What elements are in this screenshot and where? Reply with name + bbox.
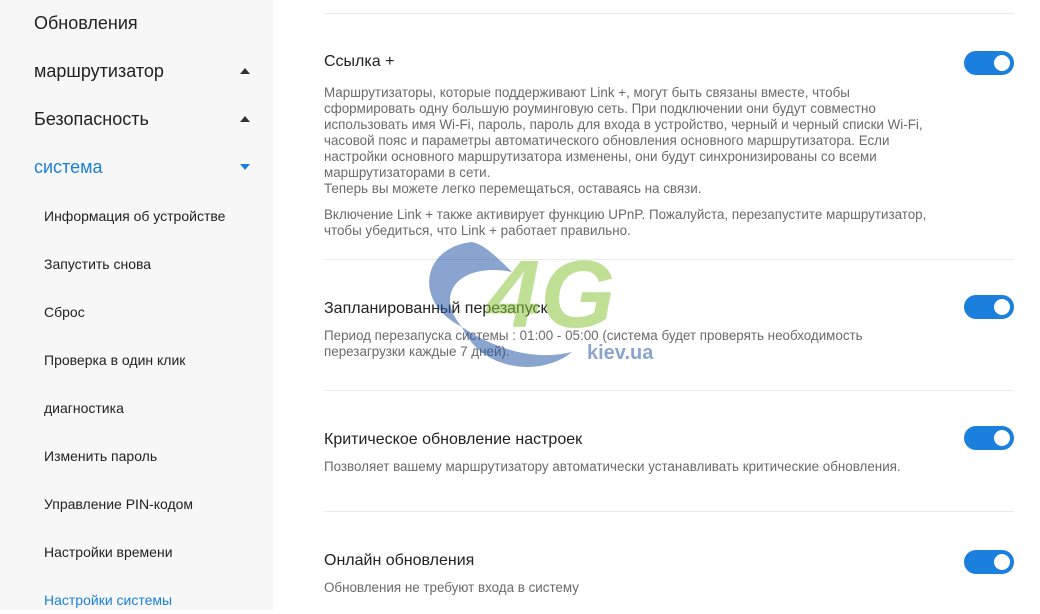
- toggle-knob: [994, 554, 1010, 570]
- toggle-knob: [994, 430, 1010, 446]
- sidebar-item-restart[interactable]: Запустить снова: [44, 250, 264, 278]
- section-title-critical-updates: Критическое обновление настроек: [324, 431, 583, 448]
- sidebar-item-diagnostics[interactable]: диагностика: [44, 394, 264, 422]
- sidebar-item-change-password[interactable]: Изменить пароль: [44, 442, 264, 470]
- sidebar-item-label: Проверка в один клик: [44, 352, 186, 368]
- toggle-knob: [994, 55, 1010, 71]
- chevron-down-icon: [240, 164, 250, 170]
- sidebar-item-label: Сброс: [44, 304, 85, 320]
- sidebar-item-reset[interactable]: Сброс: [44, 298, 264, 326]
- online-updates-toggle[interactable]: [964, 550, 1014, 574]
- sidebar-item-label: Настройки системы: [44, 592, 173, 608]
- critical-updates-toggle[interactable]: [964, 426, 1014, 450]
- section-description-critical-updates: Позволяет вашему маршрутизатору автомати…: [324, 459, 939, 475]
- sidebar: Обновления маршрутизатор Безопасность си…: [0, 0, 273, 610]
- sidebar-item-one-click-check[interactable]: Проверка в один клик: [44, 346, 264, 374]
- nav-system[interactable]: система: [34, 149, 264, 185]
- section-description-online-updates: Обновления не требуют входа в систему: [324, 580, 939, 596]
- sidebar-item-label: Запустить снова: [44, 256, 152, 272]
- sidebar-item-label: Настройки времени: [44, 544, 173, 560]
- sidebar-item-device-info[interactable]: Информация об устройстве: [44, 202, 264, 230]
- description-text: Маршрутизаторы, которые поддерживают Lin…: [324, 85, 923, 180]
- description-text: Теперь вы можете легко перемещаться, ост…: [324, 181, 702, 196]
- section-title-online-updates: Онлайн обновления: [324, 552, 475, 569]
- chevron-up-icon: [240, 116, 250, 122]
- link-plus-toggle[interactable]: [964, 51, 1014, 75]
- divider: [324, 13, 1014, 14]
- watermark-small-text: kiev.ua: [587, 342, 654, 364]
- nav-security-label: Безопасность: [34, 109, 149, 129]
- nav-updates-label: Обновления: [34, 13, 138, 33]
- divider: [324, 390, 1014, 391]
- sidebar-item-pin-management[interactable]: Управление PIN-кодом: [44, 490, 264, 518]
- sidebar-item-time-settings[interactable]: Настройки времени: [44, 538, 264, 566]
- nav-security[interactable]: Безопасность: [34, 101, 264, 137]
- nav-system-label: система: [34, 157, 103, 177]
- toggle-knob: [994, 299, 1010, 315]
- watermark-big-text: 4G: [487, 241, 616, 348]
- nav-updates[interactable]: Обновления: [34, 5, 264, 41]
- sidebar-item-label: Управление PIN-кодом: [44, 496, 194, 512]
- scheduled-restart-toggle[interactable]: [964, 295, 1014, 319]
- section-title-link-plus: Ссылка +: [324, 53, 395, 70]
- section-description-link-plus: Маршрутизаторы, которые поддерживают Lin…: [324, 85, 939, 239]
- sidebar-item-label: Информация об устройстве: [44, 208, 226, 224]
- chevron-up-icon: [240, 68, 250, 74]
- sidebar-item-label: диагностика: [44, 400, 124, 416]
- description-text: Позволяет вашему маршрутизатору автомати…: [324, 459, 901, 474]
- nav-router-label: маршрутизатор: [34, 61, 164, 81]
- watermark-logo: 4G kiev.ua: [402, 232, 682, 382]
- nav-router[interactable]: маршрутизатор: [34, 53, 264, 89]
- description-text: Обновления не требуют входа в систему: [324, 580, 579, 595]
- divider: [324, 511, 1014, 512]
- sidebar-item-label: Изменить пароль: [44, 448, 158, 464]
